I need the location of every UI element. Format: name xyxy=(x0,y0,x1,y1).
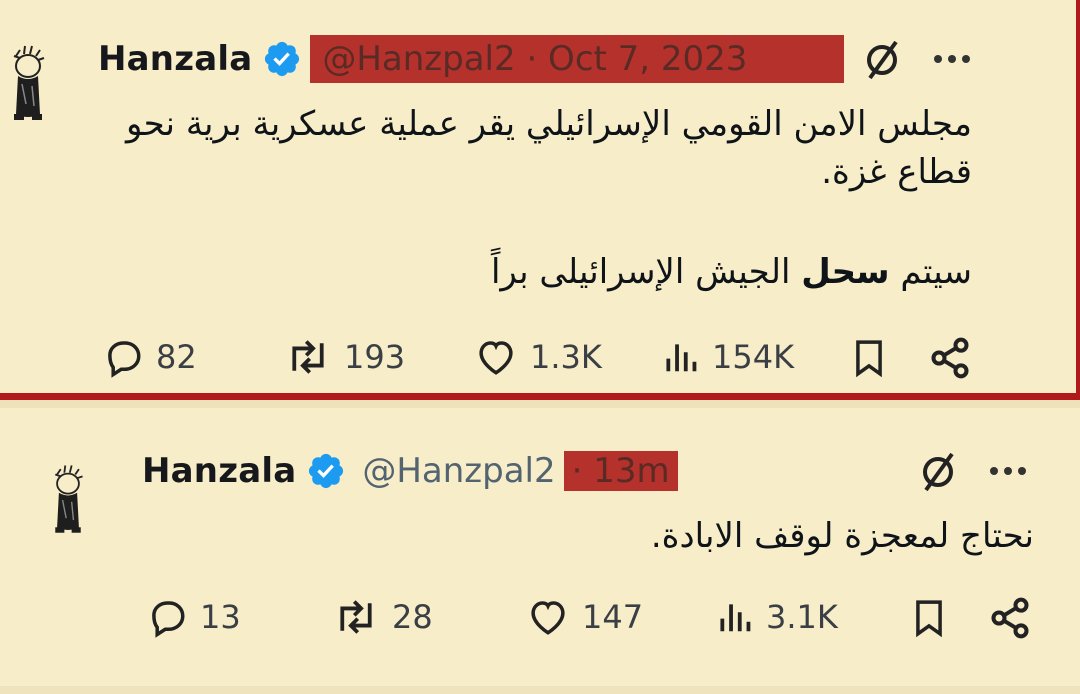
repost-button[interactable]: 28 xyxy=(332,596,433,638)
more-icon[interactable] xyxy=(986,464,1030,478)
repost-count: 193 xyxy=(344,338,406,376)
repost-icon xyxy=(340,600,372,634)
like-icon xyxy=(531,601,565,635)
views-count: 3.1K xyxy=(766,598,838,636)
bookmark-icon[interactable] xyxy=(910,596,948,640)
views-count: 154K xyxy=(712,338,795,376)
repost-button[interactable]: 193 xyxy=(284,336,405,378)
text-part: سيتم xyxy=(889,252,972,292)
handle[interactable]: @Hanzpal2 xyxy=(362,451,555,491)
share-icon[interactable] xyxy=(988,596,1032,640)
reply-count: 13 xyxy=(200,598,241,636)
bottom-strip xyxy=(0,686,1080,694)
like-count: 1.3K xyxy=(530,338,602,376)
tweet-text-line: مجلس الامن القومي الإسرائيلي يقر عملية ع… xyxy=(126,104,972,144)
tweet-text-line: سيتم سحل الجيش الإسرائيلى براً xyxy=(112,248,972,296)
post-time[interactable]: · 13m xyxy=(563,451,678,491)
text-part: الجيش الإسرائيلى براً xyxy=(490,252,802,292)
reply-button[interactable]: 82 xyxy=(102,336,197,378)
views-button[interactable]: 154K xyxy=(662,336,794,378)
tweet-header: Hanzala @Hanzpal2 · Oct 7, 2023 xyxy=(98,35,845,83)
views-icon xyxy=(720,604,751,632)
views-button[interactable]: 3.1K xyxy=(716,596,838,638)
tweet-text: مجلس الامن القومي الإسرائيلي يقر عملية ع… xyxy=(112,100,972,296)
avatar-icon[interactable] xyxy=(6,44,50,124)
tweet-1[interactable]: Hanzala @Hanzpal2 · Oct 7, 2023 مجلس الا… xyxy=(0,0,1080,400)
tweet-header: Hanzala @Hanzpal2 · 13m xyxy=(142,448,678,494)
grok-icon[interactable] xyxy=(862,38,902,82)
text-bold: سحل xyxy=(801,252,890,292)
like-button[interactable]: 1.3K xyxy=(474,336,602,378)
reply-button[interactable]: 13 xyxy=(146,596,241,638)
bookmark-icon[interactable] xyxy=(850,336,888,380)
tweet-text-line: نحتاج لمعجزة لوقف الابادة. xyxy=(650,516,1034,556)
avatar-icon[interactable] xyxy=(48,460,88,540)
verified-badge-icon xyxy=(309,453,344,489)
tweet-text: نحتاج لمعجزة لوقف الابادة. xyxy=(174,512,1034,560)
like-count: 147 xyxy=(582,598,644,636)
views-icon xyxy=(666,344,697,372)
reply-icon xyxy=(152,601,185,638)
author-name[interactable]: Hanzala xyxy=(142,451,296,491)
share-icon[interactable] xyxy=(928,336,972,380)
more-icon[interactable] xyxy=(930,52,974,66)
handle-date[interactable]: @Hanzpal2 · Oct 7, 2023 xyxy=(310,35,845,83)
repost-icon xyxy=(292,340,324,374)
reply-icon xyxy=(108,341,141,378)
like-button[interactable]: 147 xyxy=(526,596,643,638)
author-name[interactable]: Hanzala xyxy=(98,39,252,79)
verified-badge-icon xyxy=(265,41,300,77)
tweet-2[interactable]: Hanzala @Hanzpal2 · 13m نحتاج لمعجزة لوق… xyxy=(0,408,1080,686)
tweet-text-line: قطاع غزة. xyxy=(821,152,972,192)
repost-count: 28 xyxy=(392,598,433,636)
grok-icon[interactable] xyxy=(918,450,958,494)
tweet-divider xyxy=(0,400,1080,408)
reply-count: 82 xyxy=(156,338,197,376)
like-icon xyxy=(479,341,513,375)
